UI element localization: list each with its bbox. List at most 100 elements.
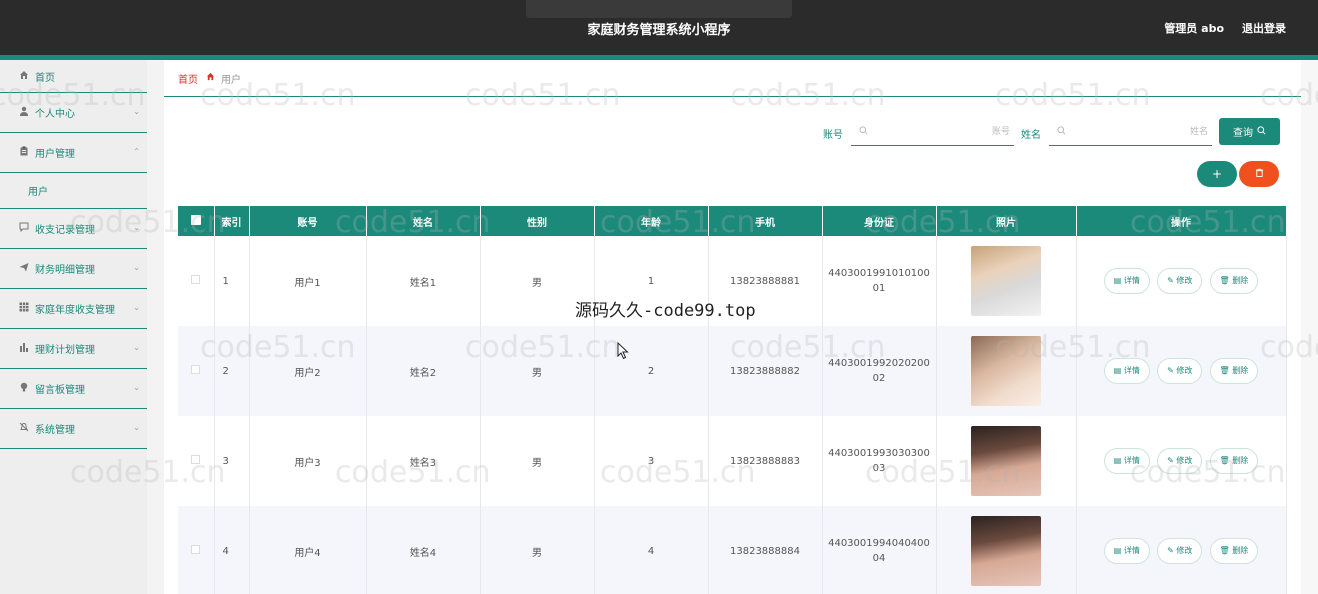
cell-name: 姓名1 <box>366 236 481 326</box>
cell-id-card: 440300199404040004 <box>822 506 937 594</box>
cell-id-card: 440300199303030003 <box>822 416 937 506</box>
sidebar-item-profile[interactable]: 个人中心 ⌄ <box>0 93 147 133</box>
select-all-checkbox[interactable] <box>178 206 215 236</box>
logout-button[interactable]: 退出登录 <box>1242 20 1286 36</box>
user-photo[interactable] <box>971 516 1041 586</box>
name-search-input[interactable] <box>1073 122 1208 142</box>
row-checkbox[interactable] <box>178 416 215 506</box>
user-photo[interactable] <box>971 426 1041 496</box>
search-icon <box>1257 125 1266 138</box>
sidebar-item-annual[interactable]: 家庭年度收支管理 ⌄ <box>0 289 147 329</box>
mouse-cursor-icon <box>617 342 629 360</box>
query-button-label: 查询 <box>1233 128 1253 139</box>
sidebar-subitem-label: 用户 <box>28 187 48 198</box>
column-header: 索引 <box>214 206 250 236</box>
column-header: 手机 <box>708 206 823 236</box>
cell-account: 用户2 <box>249 326 367 416</box>
delete-button[interactable]: 🗑 删除 <box>1209 268 1259 294</box>
sidebar-item-label: 用户管理 <box>35 149 75 160</box>
column-header: 账号 <box>249 206 367 236</box>
delete-button[interactable]: 🗑 删除 <box>1209 448 1259 474</box>
admin-user-label: 管理员 abo <box>1164 22 1224 35</box>
query-button[interactable]: 查询 <box>1219 118 1280 145</box>
sidebar-item-system[interactable]: 系统管理 ⌄ <box>0 409 147 449</box>
app-title: 家庭财务管理系统小程序 <box>587 23 731 38</box>
detail-button[interactable]: ▤ 详情 <box>1103 538 1150 564</box>
cell-account: 用户4 <box>249 506 367 594</box>
bulb-icon <box>18 382 30 395</box>
breadcrumb-home[interactable]: 首页 <box>178 71 198 86</box>
account-search-label: 账号 <box>823 130 843 141</box>
sidebar-item-plan[interactable]: 理财计划管理 ⌄ <box>0 329 147 369</box>
cell-name: 姓名3 <box>366 416 481 506</box>
column-header: 年龄 <box>594 206 709 236</box>
clipboard-icon <box>18 146 30 159</box>
chevron-down-icon: ⌄ <box>133 106 140 116</box>
cell-account: 用户3 <box>249 416 367 506</box>
add-button[interactable]: + <box>1197 161 1237 187</box>
cell-index: 1 <box>214 236 250 326</box>
edit-button[interactable]: ✎ 修改 <box>1157 268 1203 294</box>
table-row: 1 用户1 姓名1 男 1 13823888881 44030019910101… <box>178 236 1287 326</box>
user-photo[interactable] <box>971 336 1041 406</box>
account-search-input[interactable] <box>875 122 1010 142</box>
chat-icon <box>18 222 30 235</box>
chevron-up-icon: ⌃ <box>133 146 140 156</box>
cell-age: 3 <box>594 416 709 506</box>
sidebar-item-label: 留言板管理 <box>35 385 85 396</box>
detail-button[interactable]: ▤ 详情 <box>1103 358 1150 384</box>
table-row: 3 用户3 姓名3 男 3 13823888883 44030019930303… <box>178 416 1287 506</box>
account-search-field[interactable] <box>851 118 1014 146</box>
main-content: 首页 用户 账号 姓名 查询 + <box>164 60 1301 594</box>
edit-button[interactable]: ✎ 修改 <box>1157 358 1203 384</box>
sidebar-item-message-board[interactable]: 留言板管理 ⌄ <box>0 369 147 409</box>
chevron-down-icon: ⌄ <box>133 422 140 432</box>
edit-button[interactable]: ✎ 修改 <box>1157 448 1203 474</box>
sidebar-item-income-expense[interactable]: 收支记录管理 ⌄ <box>0 209 147 249</box>
users-table: 索引 账号 姓名 性别 年龄 手机 身份证 照片 操作 1 用户1 姓名1 男 … <box>178 206 1287 594</box>
cell-photo <box>936 416 1077 506</box>
row-checkbox[interactable] <box>178 506 215 594</box>
sidebar-item-label: 家庭年度收支管理 <box>35 305 115 316</box>
sidebar-subitem-users[interactable]: 用户 <box>0 173 147 209</box>
cell-phone: 13823888883 <box>708 416 823 506</box>
user-photo[interactable] <box>971 246 1041 316</box>
cell-index: 4 <box>214 506 250 594</box>
cell-index: 3 <box>214 416 250 506</box>
chevron-down-icon: ⌄ <box>133 262 140 272</box>
sidebar-item-label: 系统管理 <box>35 425 75 436</box>
page-scrollbar-track[interactable] <box>1301 60 1318 594</box>
row-checkbox[interactable] <box>178 326 215 416</box>
detail-button[interactable]: ▤ 详情 <box>1103 448 1150 474</box>
sidebar-item-home[interactable]: 首页 <box>0 60 147 93</box>
bell-off-icon <box>18 422 30 435</box>
delete-button[interactable]: 🗑 删除 <box>1209 538 1259 564</box>
edit-button[interactable]: ✎ 修改 <box>1157 538 1203 564</box>
detail-button[interactable]: ▤ 详情 <box>1103 268 1150 294</box>
cell-actions: ▤ 详情 ✎ 修改 🗑 删除 <box>1076 416 1287 506</box>
bar-chart-icon <box>18 342 30 355</box>
search-icon <box>859 126 868 138</box>
sidebar-item-finance-detail[interactable]: 财务明细管理 ⌄ <box>0 249 147 289</box>
cell-actions: ▤ 详情 ✎ 修改 🗑 删除 <box>1076 506 1287 594</box>
cell-index: 2 <box>214 326 250 416</box>
cell-name: 姓名2 <box>366 326 481 416</box>
row-checkbox[interactable] <box>178 236 215 326</box>
cell-name: 姓名4 <box>366 506 481 594</box>
cell-id-card: 440300199101010001 <box>822 236 937 326</box>
sidebar-item-label: 收支记录管理 <box>35 225 95 236</box>
breadcrumb-current: 用户 <box>221 74 241 86</box>
sidebar-item-user-management[interactable]: 用户管理 ⌃ <box>0 133 147 173</box>
cell-account: 用户1 <box>249 236 367 326</box>
batch-delete-button[interactable] <box>1239 161 1279 187</box>
sidebar-item-label: 财务明细管理 <box>35 265 95 276</box>
cell-actions: ▤ 详情 ✎ 修改 🗑 删除 <box>1076 326 1287 416</box>
home-icon <box>18 70 30 83</box>
cell-id-card: 440300199202020002 <box>822 326 937 416</box>
cell-phone: 13823888884 <box>708 506 823 594</box>
cell-gender: 男 <box>480 236 595 326</box>
delete-button[interactable]: 🗑 删除 <box>1209 358 1259 384</box>
column-header: 照片 <box>936 206 1077 236</box>
cell-actions: ▤ 详情 ✎ 修改 🗑 删除 <box>1076 236 1287 326</box>
name-search-field[interactable] <box>1049 118 1212 146</box>
